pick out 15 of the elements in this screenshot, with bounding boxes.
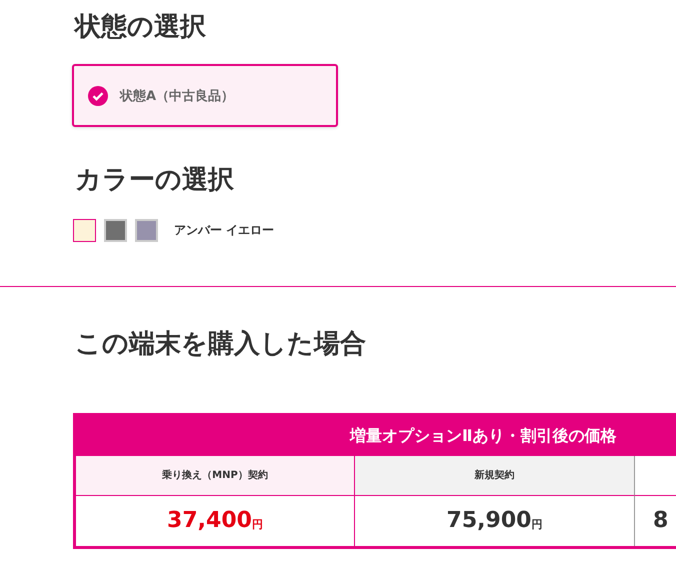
price-cell: 37,400円 (76, 494, 355, 546)
check-icon (88, 86, 108, 106)
color-swatch[interactable] (104, 219, 127, 242)
column-header: 新規契約 (355, 456, 634, 495)
price-cell: 75,900円 (355, 494, 634, 546)
table-title: 増量オプションⅡあり・割引後の価格 (76, 416, 676, 456)
section-heading: この端末を購入した場合 (75, 329, 367, 361)
color-name: アンバー イエロー (174, 222, 274, 240)
condition-option[interactable]: 状態A（中古良品） (72, 64, 338, 128)
column-header: 乗り換え（MNP）契約 (76, 456, 355, 495)
price-cell: 8 (634, 494, 676, 546)
section-heading: カラーの選択 (75, 165, 235, 196)
color-swatch[interactable] (73, 219, 96, 242)
color-swatch[interactable] (135, 219, 158, 242)
section-heading: 状態の選択 (75, 12, 207, 44)
